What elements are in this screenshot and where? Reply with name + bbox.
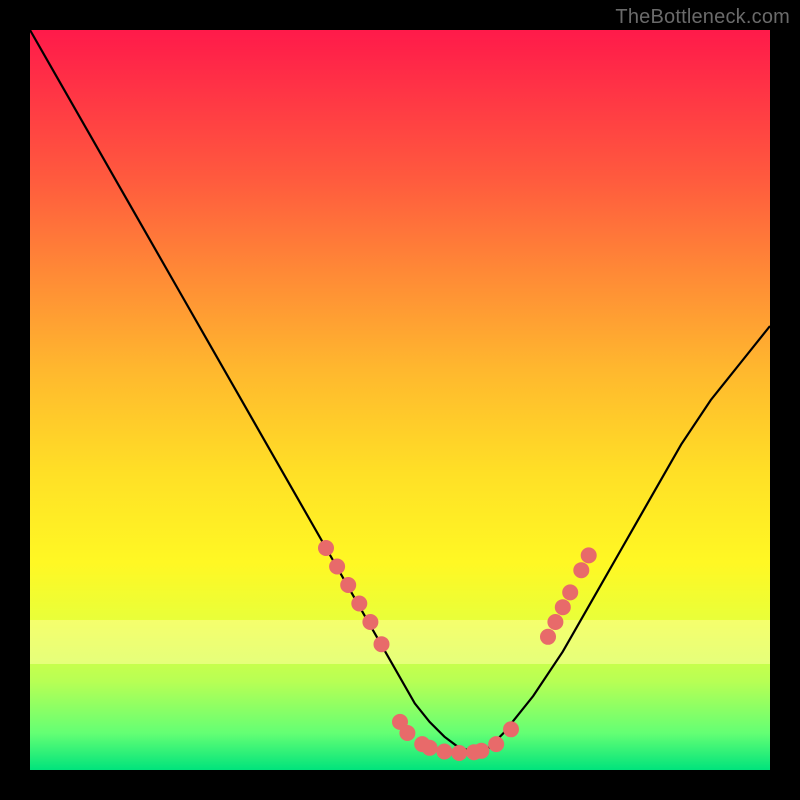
curve-marker: [374, 636, 390, 652]
curve-marker: [581, 547, 597, 563]
curve-marker: [540, 629, 556, 645]
curve-marker: [436, 744, 452, 760]
curve-marker: [451, 745, 467, 761]
curve-marker: [362, 614, 378, 630]
plot-area: [30, 30, 770, 770]
curve-marker: [422, 740, 438, 756]
curve-marker: [503, 721, 519, 737]
curve-marker: [399, 725, 415, 741]
curve-marker: [329, 559, 345, 575]
curve-marker: [562, 584, 578, 600]
curve-marker: [555, 599, 571, 615]
curve-marker: [547, 614, 563, 630]
chart-stage: TheBottleneck.com: [0, 0, 800, 800]
curve-marker: [340, 577, 356, 593]
curve-marker: [318, 540, 334, 556]
curve-layer: [30, 30, 770, 770]
curve-marker: [351, 596, 367, 612]
watermark-text: TheBottleneck.com: [615, 6, 790, 29]
curve-marker: [573, 562, 589, 578]
marker-group: [318, 540, 597, 761]
curve-marker: [488, 736, 504, 752]
bottleneck-curve-path: [30, 30, 770, 752]
curve-marker: [473, 743, 489, 759]
